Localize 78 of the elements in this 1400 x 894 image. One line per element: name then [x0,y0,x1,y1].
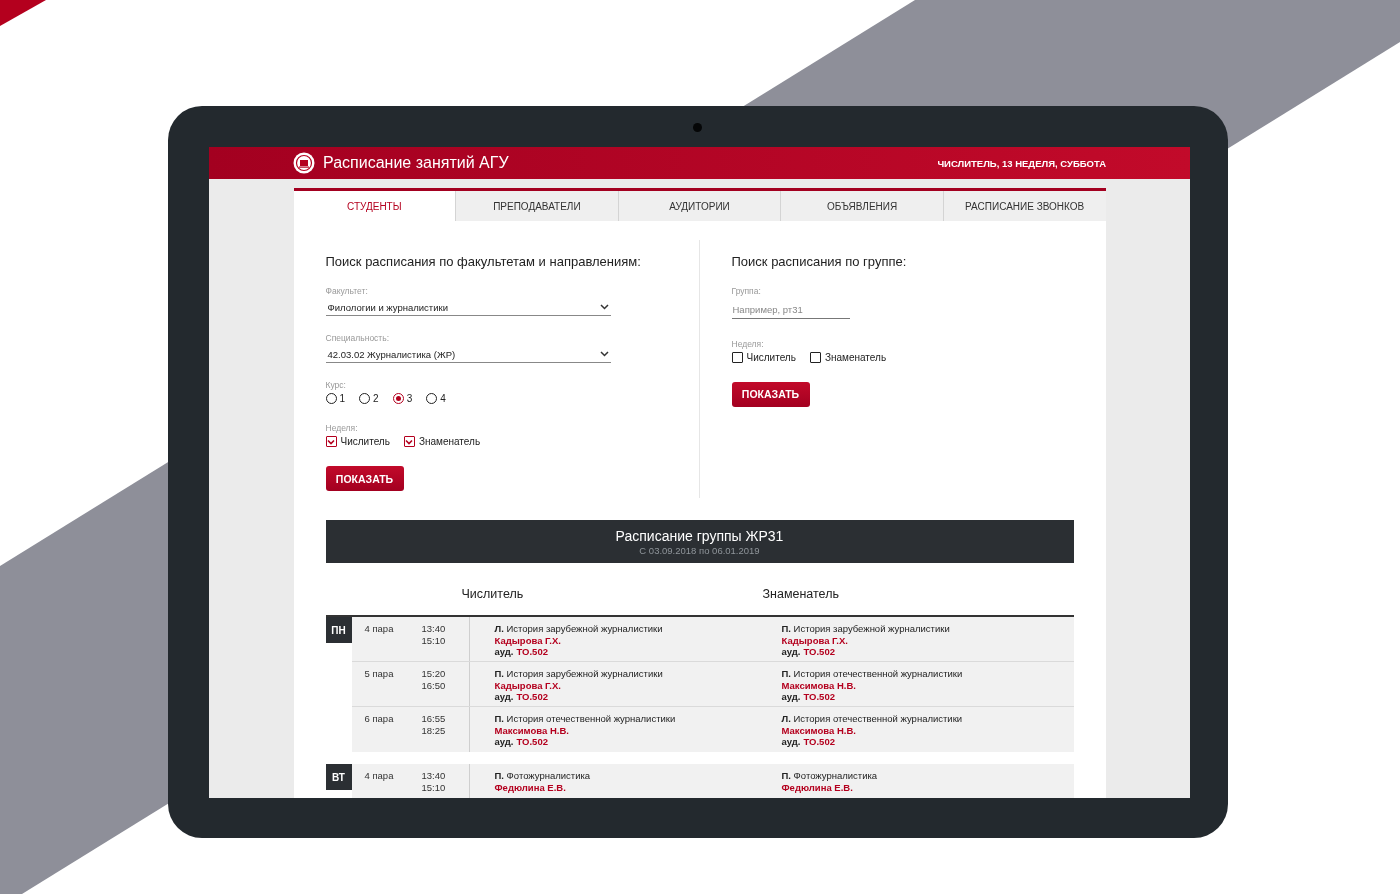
week-info: ЧИСЛИТЕЛЬ, 13 НЕДЕЛЯ, СУББОТА [937,157,1106,169]
end-time: 15:10 [421,634,447,646]
schedule-title: Расписание группы ЖР31 [615,527,784,544]
room-label: ауд. [781,646,801,657]
subject: Л. История отечественной журналистики [781,713,964,725]
subject: П. История зарубежной журналистики [781,623,951,635]
pair-number: 4 пара [363,769,395,783]
teacher-link[interactable]: Кадырова Г.Х. [494,634,782,646]
pair-number: 4 пара [363,622,395,636]
start-time: 13:40 [421,770,447,782]
subject: П. История отечественной журналистики [494,713,677,725]
start-time: 16:55 [421,713,447,725]
schedule-period: С 03.09.2018 по 06.01.2019 [639,544,760,556]
field-label: Курс: [325,380,347,390]
field-label: Факультет: [325,286,369,296]
teacher-link[interactable]: Кадырова Г.Х. [494,679,782,691]
checkbox[interactable] [731,351,743,363]
teacher-link[interactable]: Федюлина Е.В. [781,781,1074,793]
column-heading: Числитель [461,587,525,601]
room-link[interactable]: ТО.502 [803,646,835,657]
camera-icon [693,123,702,132]
field-label: Специальность: [325,333,391,343]
end-time: 15:10 [421,781,447,793]
subject: П. История зарубежной журналистики [494,668,664,680]
caret-icon [599,304,609,310]
room-link[interactable]: ТО.502 [516,736,548,747]
room-label: ауд. [781,691,801,702]
checkbox-label: Знаменатель [824,351,887,363]
room-label: ауд. [781,736,801,747]
field-label: Неделя: [731,338,765,349]
logo-icon [293,152,315,174]
dropdown[interactable]: Филологии и журналистики [325,299,611,316]
radio-label: 1 [339,393,346,404]
room-label: ауд. [494,646,514,657]
show-button[interactable]: ПОКАЗАТЬ [731,381,810,407]
show-button[interactable]: ПОКАЗАТЬ [325,466,404,491]
dropdown[interactable]: 42.03.02 Журналистика (ЖР) [325,346,611,363]
subject: П. Фотожурналистика [494,770,592,782]
checkbox[interactable] [403,436,415,447]
teacher-link[interactable]: Федюлина Е.В. [494,781,782,793]
radio-label: 3 [406,393,413,404]
end-time: 18:25 [421,724,447,736]
teacher-link[interactable]: Максимова Н.В. [781,679,1074,691]
room-link[interactable]: ТО.502 [803,691,835,702]
day-badge: ВТ [325,764,352,790]
corner-triangle [0,0,46,26]
pair-number: 5 пара [363,667,395,681]
checkbox-label: Знаменатель [418,436,481,447]
start-time: 15:20 [421,668,447,680]
radio-label: 4 [440,393,446,404]
radio-label: 2 [373,393,379,404]
teacher-link[interactable]: Максимова Н.В. [494,724,782,736]
section-heading: Поиск расписания по факультетам и направлениям: [325,254,642,269]
checkbox[interactable] [809,351,821,363]
room-label: ауд. [494,736,514,747]
column-heading: Знаменатель [762,587,840,601]
section-heading: Поиск расписания по группе: [731,254,908,269]
room-label: ауд. [494,691,514,702]
field-label: Группа: [731,286,762,296]
end-time: 16:50 [421,679,447,691]
pair-number: 6 пара [363,712,395,726]
teacher-link[interactable]: Кадырова Г.Х. [781,634,1074,646]
checkbox-label: Числитель [340,436,390,447]
subject: П. История отечественной журналистики [781,668,964,680]
teacher-link[interactable]: Максимова Н.В. [781,724,1074,736]
day-badge: ПН [325,617,352,643]
page-title: Расписание занятий АГУ [323,154,509,172]
checkbox[interactable] [325,436,337,447]
checkbox-label: Числитель [746,351,796,363]
room-link[interactable]: ТО.502 [516,691,548,702]
room-link[interactable]: ТО.502 [516,646,548,657]
tab[interactable]: СТУДЕНТЫ [293,191,456,221]
subject: Л. История зарубежной журналистики [494,623,664,635]
start-time: 13:40 [421,623,447,635]
caret-icon [599,351,609,357]
subject: П. Фотожурналистика [781,770,879,782]
field-label: Неделя: [325,423,359,433]
room-link[interactable]: ТО.502 [803,736,835,747]
